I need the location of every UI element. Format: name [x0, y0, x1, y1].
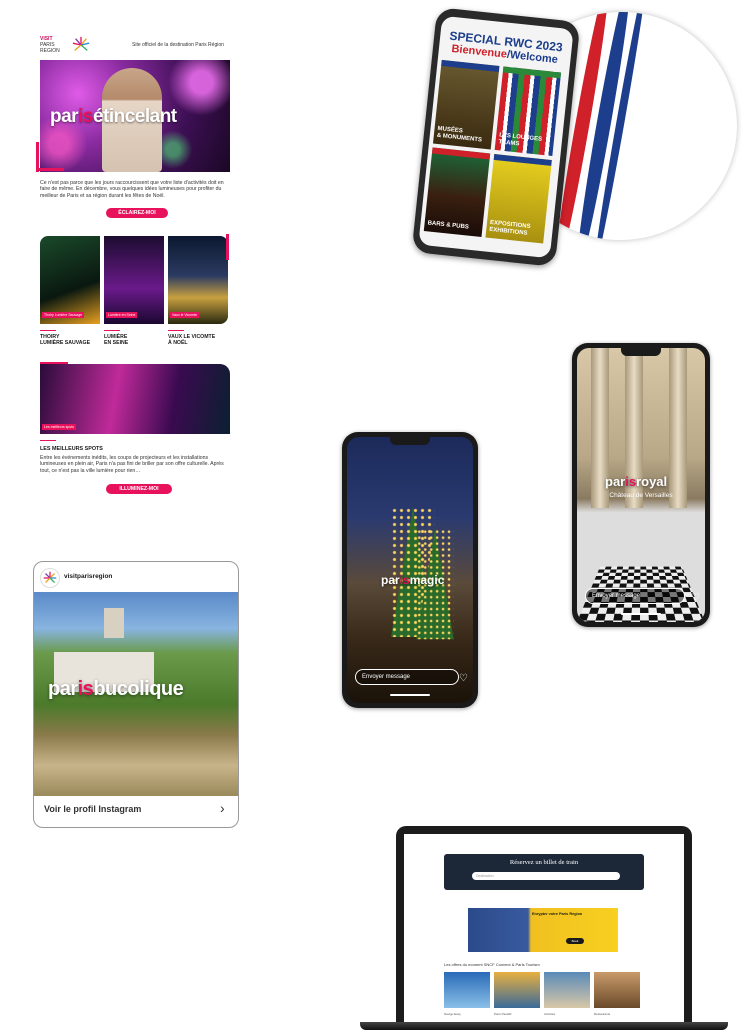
- tile-exhibitions[interactable]: EXPOSITIONS EXHIBITIONS: [485, 153, 552, 244]
- home-indicator: [390, 694, 430, 696]
- illuminez-moi-button[interactable]: ILLUMINEZ-MOI: [106, 484, 172, 494]
- laptop-base: [360, 1022, 728, 1030]
- accent-rule: [40, 440, 56, 441]
- card-label: VAUX LE VICOMTE À NOËL: [168, 330, 228, 347]
- event-card-labels: THOIRY LUMIÈRE SAUVAGE LUMIÈRE EN SEINE VA…: [40, 330, 230, 352]
- flower-logo-icon: [72, 36, 90, 51]
- brand-paris-magic: parismagic: [381, 573, 445, 587]
- home-indicator: [621, 613, 661, 615]
- story-screen-royal: parisroyal Château de Versailles Envoyer…: [577, 348, 705, 622]
- accent-bar: [226, 234, 229, 260]
- instagram-photo[interactable]: parisbucolique: [34, 592, 238, 796]
- booking-hero: Réservez un billet de train Destination: [444, 854, 644, 890]
- event-card-lumiere[interactable]: Lumière en Seine: [104, 236, 164, 324]
- view-profile-link[interactable]: Voir le profil Instagram: [44, 804, 141, 814]
- intro-text: Ce n'est pas parce que les jours raccour…: [40, 180, 224, 199]
- laptop-mockup: Réservez un billet de train Destination …: [396, 826, 692, 1026]
- destination-search-input[interactable]: Destination: [472, 872, 620, 880]
- story-subtitle: Château de Versailles: [609, 492, 673, 499]
- offer-thumb[interactable]: [544, 972, 590, 1008]
- spots-text: Entre les événements inédits, les coups …: [40, 455, 224, 474]
- offer-thumb[interactable]: [494, 972, 540, 1008]
- avatar[interactable]: [40, 568, 60, 588]
- heart-icon[interactable]: ♡: [691, 592, 700, 603]
- offer-thumb[interactable]: [444, 972, 490, 1008]
- event-card-thoiry[interactable]: Thoiry Lumière Sauvage: [40, 236, 100, 324]
- visit-paris-region-logo: VISIT PARIS REGION: [40, 36, 100, 56]
- tile-lounges[interactable]: LES LOUNGES TEAMS: [494, 66, 562, 156]
- laptop-screen: Réservez un billet de train Destination …: [404, 834, 684, 1026]
- accent-bar: [36, 168, 64, 171]
- story-screen-magic: parismagic Envoyer message ♡: [347, 437, 473, 703]
- site-label: Site officiel de la destination Paris Ré…: [132, 42, 224, 48]
- offer-caption: Navigo Easy: [444, 1012, 461, 1016]
- event-card-vaux[interactable]: Vaux le Vicomte: [168, 236, 228, 324]
- promo-text: Enrypter votre Paris Region: [532, 912, 583, 916]
- flower-logo-icon: [43, 571, 57, 583]
- offer-thumb[interactable]: [594, 972, 640, 1008]
- event-cards: Thoiry Lumière Sauvage Lumière en Seine …: [40, 236, 230, 326]
- instagram-username[interactable]: visitparisregion: [64, 573, 112, 580]
- hero-title: parisétincelant: [50, 106, 177, 127]
- card-label: LUMIÈRE EN SEINE: [104, 330, 164, 347]
- instagram-card: visitparisregion parisbucolique Voir le …: [33, 561, 239, 828]
- rwc-phone-mockup: SPECIAL RWC 2023 Bienvenue/Welcome MUSÉE…: [411, 7, 581, 267]
- eclairez-moi-button[interactable]: ÉCLAIREZ-MOI: [106, 208, 168, 218]
- offer-caption: Restaurants: [594, 1012, 611, 1016]
- instagram-title: parisbucolique: [48, 678, 184, 700]
- promo-banner[interactable]: Enrypter votre Paris Region Book: [468, 908, 618, 952]
- offer-caption: Activités: [544, 1012, 556, 1016]
- brand-paris-royal: parisroyal: [605, 474, 668, 489]
- heart-icon[interactable]: ♡: [459, 673, 468, 684]
- hero-image: parisétincelant: [40, 60, 230, 172]
- story-phone-magic: parismagic Envoyer message ♡: [342, 432, 478, 708]
- tile-bars[interactable]: BARS & PUBS: [423, 147, 491, 238]
- spots-image[interactable]: Les meilleurs spots: [40, 364, 230, 434]
- chevron-right-icon[interactable]: ›: [220, 800, 225, 816]
- send-message-input[interactable]: Envoyer message: [355, 669, 459, 685]
- booking-title: Réservez un billet de train: [509, 859, 579, 866]
- offer-caption: Paris Passlib': [494, 1012, 512, 1016]
- send-message-input[interactable]: Envoyer message: [585, 588, 685, 604]
- offers-section-title: Les offres du moment SNCF Connect & Pari…: [444, 962, 540, 967]
- newsletter-preview: VISIT PARIS REGION Site officiel de la d…: [36, 30, 232, 500]
- story-phone-royal: parisroyal Château de Versailles Envoyer…: [572, 343, 710, 627]
- card-label: THOIRY LUMIÈRE SAUVAGE: [40, 330, 100, 347]
- rwc-screen: SPECIAL RWC 2023 Bienvenue/Welcome MUSÉE…: [418, 15, 574, 259]
- tile-museums[interactable]: MUSÉES & MONUMENTS: [432, 59, 500, 150]
- promo-book-button[interactable]: Book: [566, 938, 584, 944]
- spots-title: LES MEILLEURS SPOTS: [40, 446, 103, 452]
